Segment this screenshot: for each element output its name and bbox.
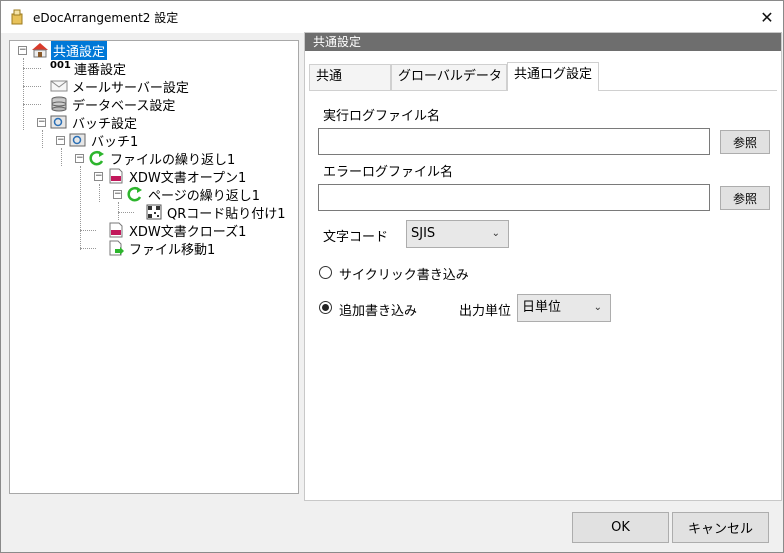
append-write-label: 追加書き込み [339, 304, 418, 319]
tab-content-common-log: 実行ログファイル名 参照 エラーログファイル名 参照 文字コード SJIS ⌄ … [309, 90, 777, 498]
tree-line [23, 104, 41, 105]
app-icon [11, 9, 23, 25]
qr-code-icon [146, 204, 162, 220]
tree-item-mail-server[interactable]: メールサーバー設定 [50, 77, 191, 96]
collapse-toggle[interactable]: − [18, 46, 27, 55]
tree-item-common-settings[interactable]: 共通設定 [31, 40, 108, 60]
tree-item-label: XDW文書クローズ1 [129, 224, 247, 240]
chevron-down-icon: ⌄ [593, 302, 602, 313]
tree-item-batch1[interactable]: バッチ1 [69, 131, 140, 150]
settings-window: eDocArrangement2 設定 ✕ − − − − − − 共通設定 0… [0, 0, 784, 553]
batch-settings-icon [50, 115, 67, 129]
output-unit-label: 出力単位 [459, 304, 512, 319]
tree-item-xdw-open1[interactable]: XDW文書オープン1 [107, 167, 248, 186]
tree-item-batch-settings[interactable]: バッチ設定 [50, 113, 139, 132]
tree-line [23, 86, 41, 87]
charset-value: SJIS [411, 226, 436, 241]
charset-select[interactable]: SJIS ⌄ [406, 220, 509, 248]
tab-global-data[interactable]: グローバルデータ [391, 64, 507, 90]
error-log-input[interactable] [318, 184, 710, 211]
chevron-down-icon: ⌄ [491, 228, 500, 239]
collapse-toggle[interactable]: − [75, 154, 84, 163]
batch-icon [69, 133, 86, 147]
house-icon [32, 43, 48, 58]
tree-line [42, 130, 43, 148]
settings-tree[interactable]: − − − − − − 共通設定 001 連番設定 メールサーバー設定 データベ… [9, 40, 299, 494]
settings-panel: 共通設定 共通 グローバルデータ 共通ログ設定 実行ログファイル名 参照 エラー… [304, 32, 782, 501]
exec-log-label: 実行ログファイル名 [323, 109, 441, 124]
tree-line [80, 248, 96, 249]
collapse-toggle[interactable]: − [37, 118, 46, 127]
xdw-document-icon [109, 222, 123, 238]
error-log-browse-button[interactable]: 参照 [720, 186, 770, 210]
tree-item-label: 連番設定 [74, 62, 127, 78]
collapse-toggle[interactable]: − [113, 190, 122, 199]
browse-label: 参照 [732, 191, 757, 206]
database-icon [51, 96, 67, 112]
tab-common-log[interactable]: 共通ログ設定 [507, 62, 599, 91]
loop-icon [127, 186, 142, 202]
tree-line [118, 212, 134, 213]
tab-label: 共通 [316, 69, 343, 84]
close-button[interactable]: ✕ [753, 5, 781, 29]
loop-icon [89, 150, 104, 166]
tab-label: グローバルデータ [398, 69, 502, 84]
cancel-label: キャンセル [687, 522, 753, 537]
exec-log-browse-button[interactable]: 参照 [720, 130, 770, 154]
tree-line [23, 68, 41, 69]
title-bar: eDocArrangement2 設定 ✕ [1, 1, 783, 33]
number-001-icon: 001 [50, 60, 71, 71]
tree-item-label: XDW文書オープン1 [129, 170, 247, 186]
tree-item-label: データベース設定 [72, 98, 176, 114]
collapse-toggle[interactable]: − [56, 136, 65, 145]
collapse-toggle[interactable]: − [94, 172, 103, 181]
tree-item-label: QRコード貼り付け1 [167, 206, 286, 222]
tree-item-label: ページの繰り返し1 [148, 188, 261, 204]
tree-item-file-move1[interactable]: ファイル移動1 [107, 239, 217, 258]
tab-common[interactable]: 共通 [309, 64, 391, 90]
tree-item-label: バッチ設定 [72, 116, 138, 132]
close-icon: ✕ [760, 7, 774, 27]
browse-label: 参照 [732, 135, 757, 150]
tree-item-label: メールサーバー設定 [72, 80, 189, 96]
tree-item-qr-paste1[interactable]: QRコード貼り付け1 [145, 203, 288, 222]
panel-header: 共通設定 [305, 33, 781, 51]
error-log-label: エラーログファイル名 [323, 165, 454, 180]
tree-item-xdw-close1[interactable]: XDW文書クローズ1 [107, 221, 248, 240]
cyclic-write-label: サイクリック書き込み [339, 268, 469, 283]
exec-log-input[interactable] [318, 128, 710, 155]
tree-line [80, 230, 96, 231]
tree-item-label: バッチ1 [91, 134, 139, 150]
xdw-document-icon [109, 168, 123, 184]
tree-item-sequence[interactable]: 001 連番設定 [50, 59, 128, 78]
tree-item-file-loop1[interactable]: ファイルの繰り返し1 [88, 149, 237, 168]
tree-line [118, 202, 119, 220]
tab-label: 共通ログ設定 [514, 67, 593, 82]
tree-item-page-loop1[interactable]: ページの繰り返し1 [126, 185, 262, 204]
tree-item-label: ファイルの繰り返し1 [110, 152, 236, 168]
output-unit-select[interactable]: 日単位 ⌄ [517, 294, 611, 322]
append-write-radio[interactable] [319, 301, 332, 314]
window-title: eDocArrangement2 設定 [33, 11, 179, 25]
tree-item-label: 共通設定 [51, 40, 108, 60]
file-move-icon [109, 240, 124, 256]
tree-item-label: ファイル移動1 [129, 242, 216, 258]
ok-button[interactable]: OK [572, 512, 669, 543]
tree-item-database[interactable]: データベース設定 [50, 95, 177, 114]
tree-line [99, 184, 100, 202]
charset-label: 文字コード [323, 230, 389, 245]
output-unit-value: 日単位 [522, 300, 562, 315]
cancel-button[interactable]: キャンセル [672, 512, 769, 543]
tree-line [80, 166, 81, 250]
envelope-icon [50, 80, 68, 92]
ok-label: OK [611, 520, 630, 535]
cyclic-write-radio[interactable] [319, 266, 332, 279]
tree-line [61, 148, 62, 166]
